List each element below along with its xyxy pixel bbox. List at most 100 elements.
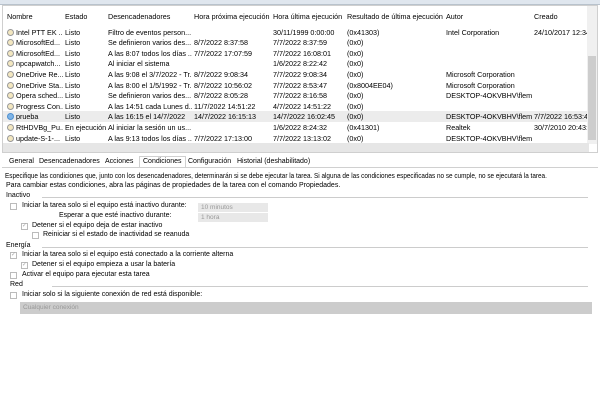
column-header[interactable]: Estado (65, 12, 107, 21)
cell: (0x0) (347, 59, 364, 69)
task-clock-icon (7, 102, 14, 110)
cell: 1/6/2022 8:22:42 (273, 59, 327, 69)
idle-stop-label: Detener si el equipo deja de estar inact… (32, 222, 163, 229)
net-start-label: Iniciar solo si la siguiente conexión de… (22, 291, 203, 298)
cell: Filtro de eventos person... (108, 27, 192, 37)
power-wake-label: Activar el equipo para ejecutar esta tar… (22, 271, 150, 278)
cell: Microsoft Corporation (446, 69, 515, 79)
column-header[interactable]: Creado (534, 12, 589, 21)
table-row[interactable]: MicrosoftEd... Listo A las 8:07 todos los … (3, 48, 589, 59)
cell-name: Opera sched... (7, 91, 63, 100)
net-start-checkbox[interactable] (10, 292, 17, 299)
task-clock-icon (7, 123, 14, 131)
task-name: prueba (16, 112, 39, 122)
task-name: OneDrive Sta... (16, 80, 63, 90)
cell: Microsoft Corporation (446, 80, 515, 90)
cell: Se definieron varios des... (108, 38, 192, 48)
idle-stop-checkbox[interactable]: ✓ (21, 223, 28, 230)
idle-duration-select[interactable]: 10 minutos (198, 203, 268, 212)
tab-configuración[interactable]: Configuración (185, 157, 234, 168)
group-energia: Energía (6, 242, 31, 249)
tab-acciones[interactable]: Acciones (102, 157, 136, 168)
power-ac-checkbox[interactable]: ✓ (10, 252, 17, 259)
cell: A las 16:15 el 14/7/2022 (108, 112, 186, 122)
cell: 7/7/2022 9:08:34 (273, 69, 327, 79)
tab-historial[interactable]: Historial (deshabilitado) (234, 157, 313, 168)
column-header[interactable]: Hora última ejecución (273, 12, 345, 21)
cell: 30/7/2010 20:43:10 (534, 122, 589, 132)
table-row[interactable]: npcapwatch... Listo Al iniciar el sistema 1… (3, 58, 589, 69)
tab-general[interactable]: General (6, 157, 37, 168)
cell: Listo (65, 91, 81, 101)
intro-text-2: Para cambiar estas condiciones, abra las… (6, 182, 341, 189)
cell: A las 8:07 todos los días ... (108, 48, 192, 58)
horizontal-scrollbar[interactable] (3, 143, 589, 152)
table-row[interactable]: Progress Con... Listo A las 14:51 cada Lun… (3, 101, 589, 112)
table-row[interactable]: Intel PTT EK ... Listo Filtro de eventos p… (3, 27, 589, 38)
cell: 4/7/2022 14:51:22 (273, 101, 331, 111)
intro-text-1: Especifique las condiciones que, junto c… (5, 171, 547, 180)
vertical-scrollbar[interactable] (587, 6, 597, 144)
conditions-panel: Especifique las condiciones que, junto c… (2, 168, 598, 400)
cell-name: MicrosoftEd... (7, 38, 63, 47)
idle-start-checkbox[interactable] (10, 203, 17, 210)
cell: (0x41303) (347, 27, 380, 37)
cell: A las 8:00 el 1/5/1992 - Tr... (108, 80, 192, 90)
cell: Listo (65, 80, 81, 90)
cell: 8/7/2022 8:05:28 (194, 91, 248, 101)
table-row[interactable]: update-S-1-... Listo A las 9:13 todos los … (3, 133, 589, 144)
tab-desencadenadores[interactable]: Desencadenadores (36, 157, 103, 168)
task-name: npcapwatch... (16, 59, 61, 69)
task-name: OneDrive Re... (16, 69, 63, 79)
cell-name: Intel PTT EK ... (7, 28, 63, 37)
task-list[interactable]: Nombre Estado Desencadenadores Hora próxima… (2, 5, 598, 153)
column-header[interactable]: Nombre (7, 12, 63, 21)
power-battery-checkbox[interactable]: ✓ (21, 262, 28, 269)
column-header[interactable]: Resultado de última ejecución (347, 12, 443, 21)
cell: Al iniciar el sistema (108, 59, 170, 69)
group-red: Red (10, 281, 23, 288)
cell: Se definieron varios des... (108, 91, 192, 101)
column-header[interactable]: Hora próxima ejecución (194, 12, 272, 21)
divider (42, 197, 588, 198)
cell-name: update-S-1-... (7, 134, 63, 143)
task-clock-icon (7, 70, 14, 78)
cell: 14/7/2022 16:15:13 (194, 112, 256, 122)
scrollbar-thumb[interactable] (588, 56, 596, 140)
task-name: Opera sched... (16, 91, 63, 101)
cell: 8/7/2022 8:37:58 (194, 38, 248, 48)
group-inactivo: Inactivo (6, 192, 31, 199)
table-row[interactable]: MicrosoftEd... Listo Se definieron varios … (3, 37, 589, 48)
cell: (0x0) (347, 101, 364, 111)
power-battery-label: Detener si el equipo empieza a usar la b… (32, 261, 176, 268)
table-row[interactable]: RtHDVBg_Pu... En ejecución Al iniciar la s… (3, 122, 589, 133)
task-clock-icon (7, 81, 14, 89)
table-row[interactable]: prueba Listo A las 16:15 el 14/7/2022 14/7/… (3, 111, 589, 122)
cell-name: OneDrive Sta... (7, 81, 63, 90)
tab-bar: General Desencadenadores Acciones Condicion… (2, 156, 598, 168)
cell-name: MicrosoftEd... (7, 49, 63, 58)
idle-wait-select[interactable]: 1 hora (198, 213, 268, 222)
power-ac-label: Iniciar la tarea solo si el equipo está … (22, 251, 234, 258)
task-name: Progress Con... (16, 101, 63, 111)
cell: Listo (65, 38, 81, 48)
divider (52, 286, 588, 287)
table-row[interactable]: Opera sched... Listo Se definieron varios … (3, 90, 589, 101)
cell: A las 9:13 todos los días ... (108, 133, 192, 143)
column-header[interactable]: Autor (446, 12, 532, 21)
column-header[interactable]: Desencadenadores (108, 12, 192, 21)
table-row[interactable]: OneDrive Sta... Listo A las 8:00 el 1/5/19… (3, 80, 589, 91)
cell: Listo (65, 112, 81, 122)
cell: 8/7/2022 10:56:02 (194, 80, 252, 90)
power-wake-checkbox[interactable] (10, 272, 17, 279)
task-clock-icon (7, 134, 14, 142)
cell: Listo (65, 133, 81, 143)
cell: 24/10/2017 12:34:56 (534, 27, 589, 37)
cell-name: OneDrive Re... (7, 70, 63, 79)
cell: 7/7/2022 17:07:59 (194, 48, 252, 58)
idle-restart-checkbox[interactable] (32, 232, 39, 239)
tab-condiciones[interactable]: Condiciones (139, 156, 186, 167)
network-select[interactable]: Cualquier conexión (20, 302, 592, 314)
cell: DESKTOP-4OKVBHV\flema (446, 91, 532, 101)
table-row[interactable]: OneDrive Re... Listo A las 9:08 el 3/7/202… (3, 69, 589, 80)
